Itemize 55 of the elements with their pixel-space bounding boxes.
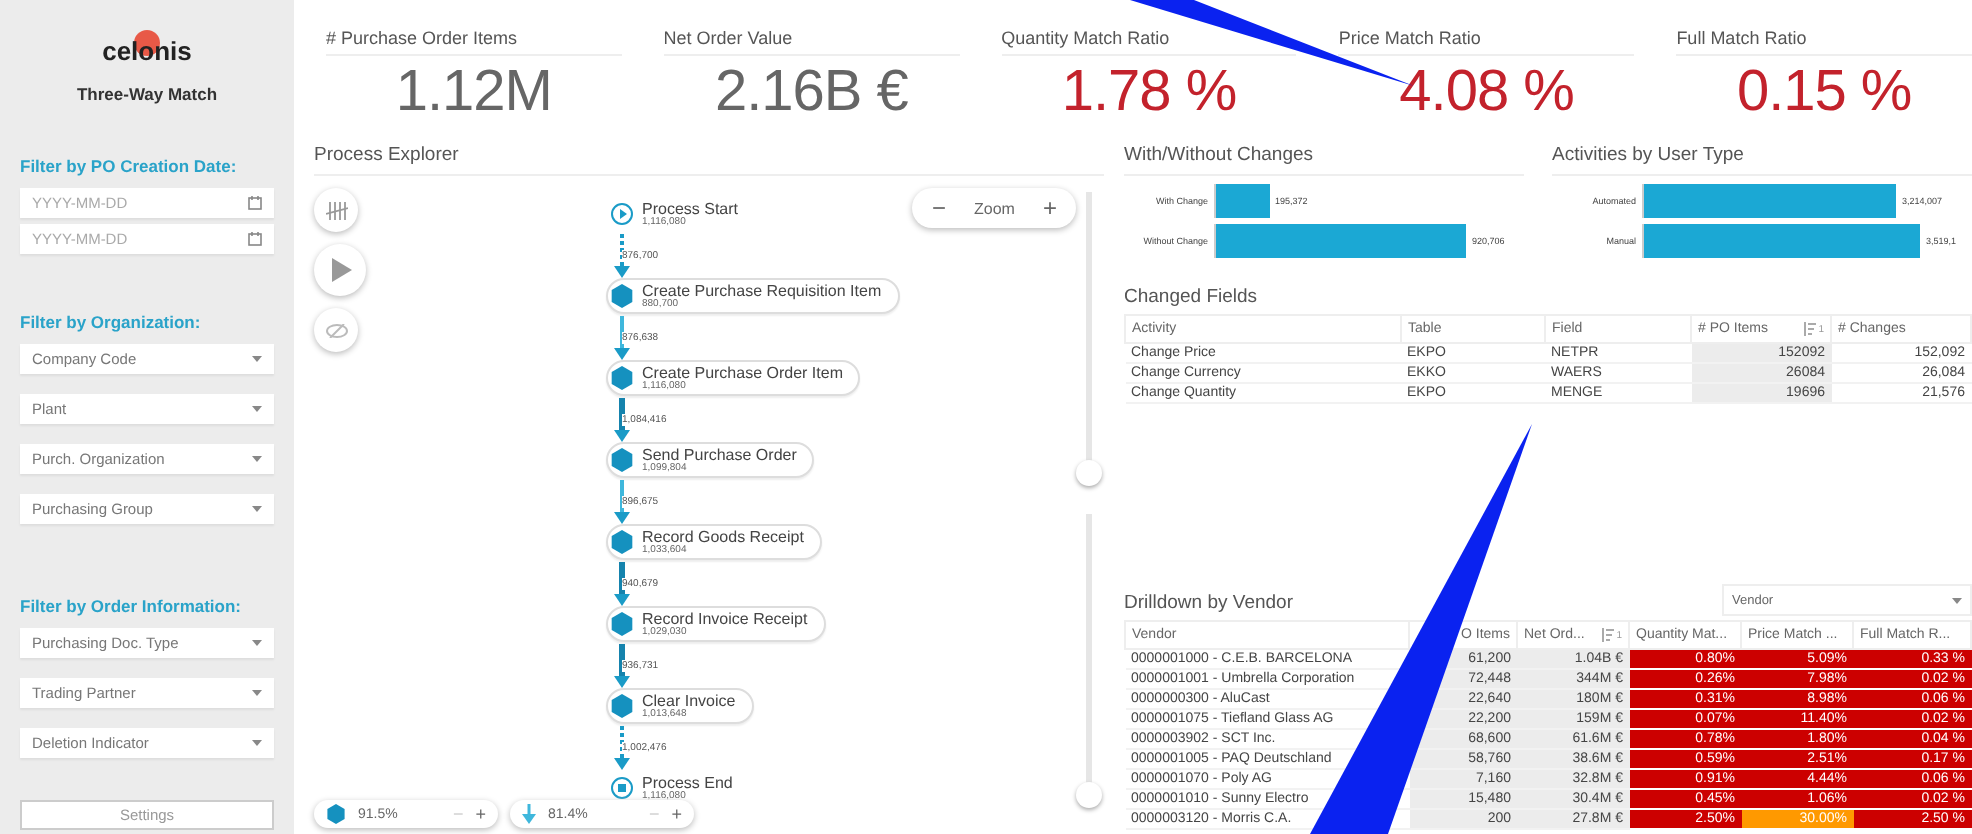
chart-bar bbox=[1216, 184, 1270, 218]
caret-icon bbox=[252, 506, 262, 512]
kpi-label: Price Match Ratio bbox=[1338, 28, 1635, 56]
chart-title: With/Without Changes bbox=[1124, 132, 1524, 176]
filter-heading: Filter by PO Creation Date: bbox=[20, 156, 239, 176]
slider-thumb[interactable] bbox=[1076, 460, 1102, 486]
zoom-in-button[interactable]: + bbox=[1042, 194, 1057, 222]
slider-thumb[interactable] bbox=[1076, 782, 1102, 808]
hexagon-icon bbox=[610, 530, 634, 554]
zoom-out-button[interactable]: − bbox=[932, 194, 947, 222]
zoom-control[interactable]: − Zoom + bbox=[912, 188, 1076, 228]
table-title: Changed Fields bbox=[1124, 286, 1260, 308]
kpi-label: Net Order Value bbox=[663, 28, 960, 56]
sort-icon[interactable] bbox=[1600, 628, 1615, 642]
caret-icon bbox=[252, 640, 262, 646]
caret-icon bbox=[252, 456, 262, 462]
caret-icon bbox=[1952, 597, 1962, 603]
increase-button[interactable]: + bbox=[671, 804, 682, 824]
hexagon-icon bbox=[610, 694, 634, 718]
kpi-label: Full Match Ratio bbox=[1676, 28, 1972, 56]
caret-icon bbox=[252, 690, 262, 696]
calendar-icon[interactable] bbox=[248, 232, 262, 246]
play-icon bbox=[329, 258, 351, 282]
hide-button[interactable] bbox=[314, 308, 358, 352]
panel-title: Process Explorer bbox=[314, 132, 1104, 176]
hexagon-icon bbox=[610, 448, 634, 472]
hexagon-icon bbox=[610, 612, 634, 636]
celonis-logo: celonis bbox=[102, 36, 192, 66]
kpi-value: 2.16B € bbox=[714, 60, 908, 126]
caret-icon bbox=[252, 406, 262, 412]
app-subtitle: Three-Way Match bbox=[76, 84, 218, 104]
kpi-value: 1.12M bbox=[395, 60, 552, 126]
caret-icon bbox=[252, 740, 262, 746]
stop-icon bbox=[610, 776, 634, 800]
filter-heading: Filter by Organization: bbox=[20, 312, 203, 332]
filter-heading: Filter by Order Information: bbox=[20, 596, 244, 616]
kpi-label: # Purchase Order Items bbox=[326, 28, 622, 56]
chart-title: Activities by User Type bbox=[1552, 132, 1972, 176]
eye-slash-icon bbox=[325, 323, 347, 337]
play-icon bbox=[610, 202, 634, 226]
calendar-icon[interactable] bbox=[248, 196, 262, 210]
caret-icon bbox=[252, 356, 262, 362]
kpi-value: 4.08 % bbox=[1399, 60, 1574, 126]
tally-icon bbox=[325, 201, 347, 219]
kpi-value: 0.15 % bbox=[1736, 60, 1912, 126]
hexagon-icon bbox=[326, 804, 346, 824]
tally-button[interactable] bbox=[314, 188, 358, 232]
hexagon-icon bbox=[610, 284, 634, 308]
increase-button[interactable]: + bbox=[475, 804, 486, 824]
down-arrow-icon bbox=[522, 804, 536, 824]
sort-icon[interactable] bbox=[1802, 322, 1817, 336]
hexagon-icon bbox=[610, 366, 634, 390]
table-title: Drilldown by Vendor bbox=[1124, 592, 1293, 614]
play-button[interactable] bbox=[314, 244, 366, 296]
kpi-value: 1.78 % bbox=[1061, 60, 1237, 126]
